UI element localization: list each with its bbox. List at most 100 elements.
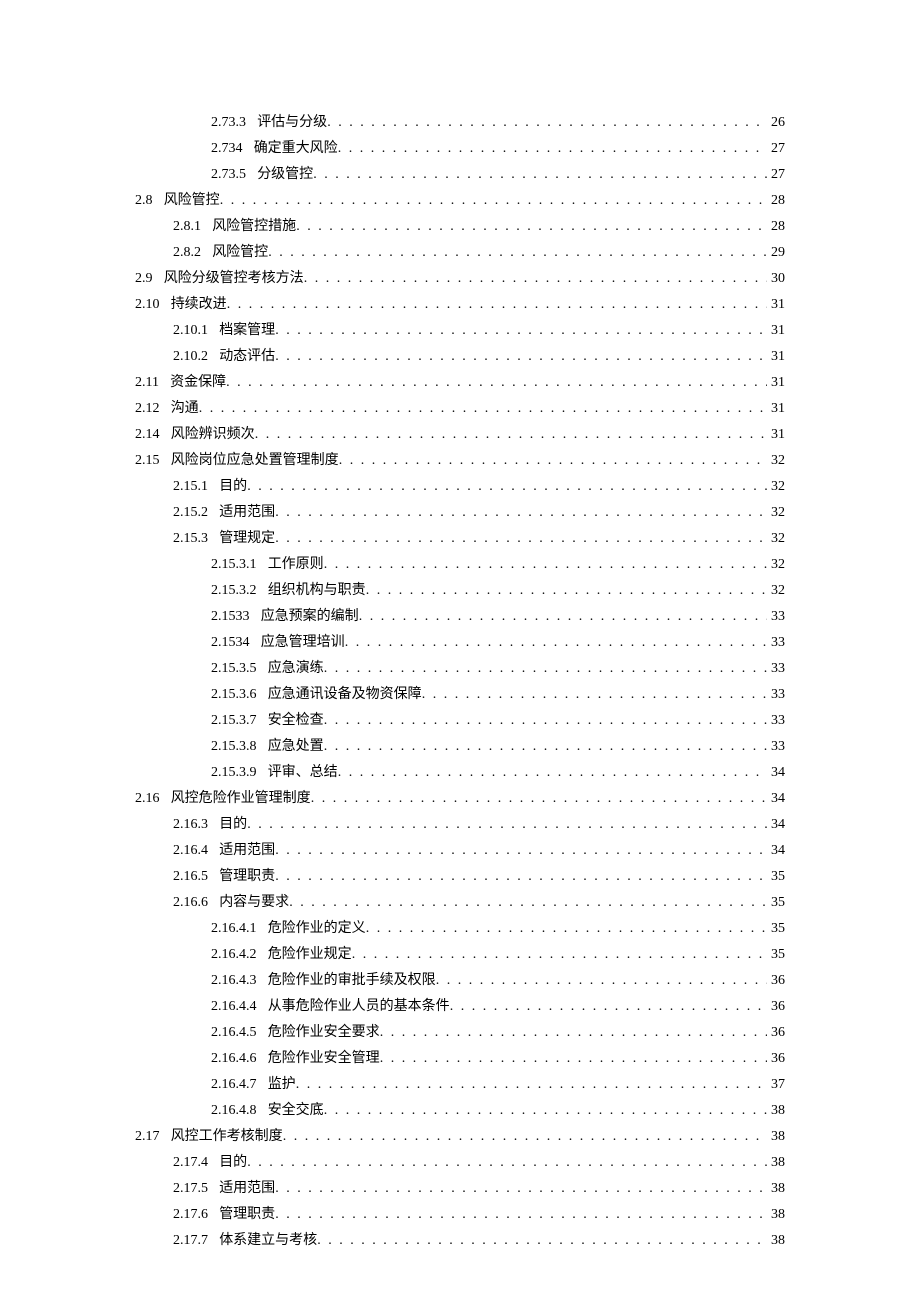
toc-page-number: 35 [767, 916, 785, 942]
toc-page-number: 28 [767, 214, 785, 240]
toc-page-number: 31 [767, 292, 785, 318]
toc-number: 2.15 [135, 448, 160, 474]
toc-title: 资金保障 [170, 370, 226, 396]
toc-number: 2.8.1 [173, 214, 201, 240]
toc-title: 危险作业规定 [268, 942, 352, 968]
toc-entry: 2.14风险辨识频次31 [135, 422, 785, 448]
toc-title: 工作原则 [268, 552, 324, 578]
toc-page-number: 35 [767, 864, 785, 890]
toc-title: 监护 [268, 1072, 296, 1098]
toc-page-number: 36 [767, 1020, 785, 1046]
toc-number: 2.15.3.6 [211, 682, 257, 708]
toc-title: 体系建立与考核 [219, 1228, 317, 1254]
toc-page-number: 29 [767, 240, 785, 266]
toc-leader-dots [268, 240, 767, 266]
toc-number: 2.16.4.7 [211, 1072, 257, 1098]
toc-entry: 2.16.4.6危险作业安全管理36 [135, 1046, 785, 1072]
toc-leader-dots [345, 630, 767, 656]
toc-page-number: 34 [767, 786, 785, 812]
toc-page-number: 28 [767, 188, 785, 214]
toc-number: 2.17.6 [173, 1202, 208, 1228]
toc-title: 风险分级管控考核方法 [164, 266, 304, 292]
toc-page-number: 27 [767, 162, 785, 188]
toc-entry: 2.16.5 管理职责 35 [135, 864, 785, 890]
toc-number: 2.17 [135, 1124, 160, 1150]
toc-number: 2.16.4.6 [211, 1046, 257, 1072]
toc-entry: 2.12沟通31 [135, 396, 785, 422]
toc-entry: 2.16.4.3危险作业的审批手续及权限36 [135, 968, 785, 994]
toc-page-number: 34 [767, 812, 785, 838]
toc-entry: 2.17.7体系建立与考核38 [135, 1228, 785, 1254]
toc-page-number: 38 [767, 1202, 785, 1228]
toc-leader-dots [324, 734, 767, 760]
toc-title: 风险管控 [212, 240, 268, 266]
toc-entry: 2.15.1目的32 [135, 474, 785, 500]
toc-title: 档案管理 [219, 318, 275, 344]
toc-entry: 2.16.4.8安全交底38 [135, 1098, 785, 1124]
toc-number: 2.16.4.1 [211, 916, 257, 942]
toc-entry: 2.17.4 目的 38 [135, 1150, 785, 1176]
toc-leader-dots [380, 1046, 767, 1072]
toc-leader-dots [226, 370, 767, 396]
toc-leader-dots [304, 266, 767, 292]
toc-title: 危险作业的审批手续及权限 [268, 968, 436, 994]
toc-title: 评审、总结 [268, 760, 338, 786]
toc-number: 2.16.4 [173, 838, 208, 864]
toc-number: 2.16.4.8 [211, 1098, 257, 1124]
toc-entry: 2.15.3.2组织机构与职责32 [135, 578, 785, 604]
toc-title: 内容与要求 [219, 890, 289, 916]
toc-number: 2.17.4 [173, 1150, 208, 1176]
toc-leader-dots [275, 344, 767, 370]
toc-leader-dots [324, 656, 767, 682]
toc-entry: 2.15.3.1工作原则32 [135, 552, 785, 578]
toc-entry: 2.1534应急管理培训33 [135, 630, 785, 656]
toc-leader-dots [247, 812, 767, 838]
toc-page-number: 31 [767, 422, 785, 448]
toc-number: 2.16.3 [173, 812, 208, 838]
toc-number: 2.12 [135, 396, 160, 422]
toc-title: 应急演练 [268, 656, 324, 682]
toc-leader-dots [324, 552, 767, 578]
toc-title: 应急处置 [268, 734, 324, 760]
toc-page-number: 35 [767, 942, 785, 968]
toc-leader-dots [275, 838, 767, 864]
toc-page-number: 38 [767, 1150, 785, 1176]
toc-number: 2.9 [135, 266, 153, 292]
toc-leader-dots [199, 396, 767, 422]
toc-entry: 2.15.3.9评审、总结34 [135, 760, 785, 786]
toc-list: 2.73.3评估与分级262.734确定重大风险272.73.5分级管控272.… [135, 110, 785, 1254]
toc-number: 2.73.5 [211, 162, 246, 188]
toc-entry: 2.8风险管控28 [135, 188, 785, 214]
toc-page-number: 31 [767, 396, 785, 422]
toc-leader-dots [220, 188, 767, 214]
toc-leader-dots [359, 604, 767, 630]
toc-entry: 2.1533应急预案的编制33 [135, 604, 785, 630]
toc-title: 危险作业安全管理 [268, 1046, 380, 1072]
toc-leader-dots [436, 968, 767, 994]
toc-number: 2.8 [135, 188, 153, 214]
toc-title: 危险作业的定义 [268, 916, 366, 942]
toc-title: 分级管控 [257, 162, 313, 188]
toc-number: 2.73.3 [211, 110, 246, 136]
toc-leader-dots [338, 760, 767, 786]
toc-page-number: 38 [767, 1176, 785, 1202]
toc-leader-dots [324, 708, 767, 734]
toc-entry: 2.10持续改进31 [135, 292, 785, 318]
toc-title: 应急通讯设备及物资保障 [268, 682, 422, 708]
toc-leader-dots [352, 942, 767, 968]
toc-leader-dots [247, 1150, 767, 1176]
toc-title: 目的 [219, 1150, 247, 1176]
toc-page-number: 32 [767, 500, 785, 526]
toc-title: 确定重大风险 [254, 136, 338, 162]
toc-number: 2.11 [135, 370, 159, 396]
toc-entry: 2.73.5 分级管控 27 [135, 162, 785, 188]
toc-page-number: 31 [767, 370, 785, 396]
toc-number: 2.16.5 [173, 864, 208, 890]
toc-page-number: 34 [767, 760, 785, 786]
toc-entry: 2.10.2动态评估31 [135, 344, 785, 370]
toc-title: 安全检查 [268, 708, 324, 734]
toc-page-number: 32 [767, 552, 785, 578]
toc-leader-dots [255, 422, 767, 448]
toc-page-number: 33 [767, 734, 785, 760]
toc-title: 管理职责 [219, 864, 275, 890]
